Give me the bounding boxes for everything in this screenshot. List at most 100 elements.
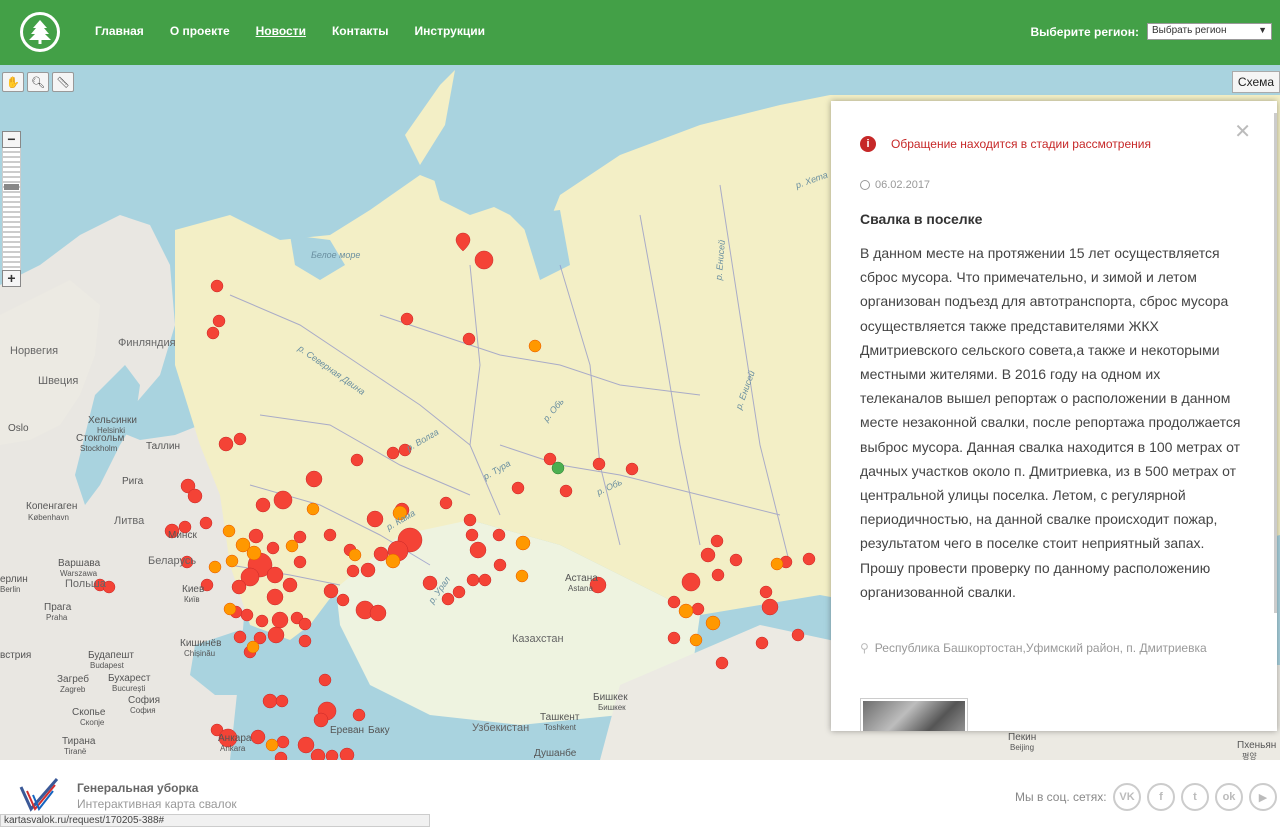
label-bucharest-lat: București: [112, 684, 146, 693]
region-selector: Выберите регион: Выбрать регион ▼: [1030, 23, 1272, 40]
label-astana-lat: Astana: [568, 584, 593, 593]
label-yerevan: Ереван: [330, 725, 365, 736]
label-minsk: Минск: [168, 530, 197, 541]
label-dushanbe: Душанбе: [534, 748, 577, 759]
status-text: Обращение находится в стадии рассмотрени…: [891, 137, 1151, 151]
tree-logo-icon[interactable]: [20, 12, 60, 52]
request-detail-panel: ✕ i Обращение находится в стадии рассмот…: [831, 101, 1277, 731]
zoom-control: − +: [2, 131, 21, 287]
browser-status-url: kartasvalok.ru/request/170205-388#: [0, 814, 430, 827]
label-beijing: Пекин: [1008, 732, 1037, 743]
facebook-icon[interactable]: f: [1147, 783, 1175, 811]
odnoklassniki-icon[interactable]: ok: [1215, 783, 1243, 811]
label-beijing-lat: Beijing: [1010, 743, 1035, 752]
label-berlin: ерлин: [0, 574, 28, 585]
label-prague: Прага: [44, 602, 72, 613]
social-label: Мы в соц. сетях:: [1015, 790, 1107, 804]
label-copenhagen: Копенгаген: [26, 501, 78, 512]
date-row: 06.02.2017: [860, 179, 930, 191]
main-nav: Главная О проекте Новости Контакты Инстр…: [95, 24, 511, 38]
label-bishkek: Бишкек: [593, 692, 628, 703]
onf-logo-icon: [19, 778, 59, 812]
label-ankara: Анкара: [218, 733, 252, 744]
label-warsaw: Варшава: [58, 558, 101, 569]
zoom-slider[interactable]: [2, 148, 21, 270]
label-lithuania: Литва: [114, 515, 145, 527]
label-baku: Баку: [368, 725, 390, 736]
label-helsinki: Хельсинки: [88, 415, 138, 426]
label-kyiv: Киев: [182, 584, 205, 595]
label-oslo: Oslo: [8, 423, 29, 434]
clock-icon: [860, 180, 870, 190]
label-ankara-lat: Ankara: [220, 744, 246, 753]
label-tirana-lat: Tiranë: [64, 747, 87, 756]
twitter-icon[interactable]: t: [1181, 783, 1209, 811]
label-budapest: Будапешт: [88, 650, 134, 661]
request-address: Республика Башкортостан,Уфимский район, …: [874, 641, 1207, 655]
region-select[interactable]: Выбрать регион ▼: [1147, 23, 1272, 40]
label-chisinau: Кишинёв: [180, 638, 222, 649]
label-pyongyang-lat: 평양: [1242, 752, 1257, 760]
label-tallinn: Таллин: [146, 441, 180, 452]
label-austria: встрия: [0, 650, 32, 661]
nav-instructions[interactable]: Инструкции: [415, 24, 485, 38]
label-belarus: Беларусь: [148, 555, 197, 567]
zoom-slider-thumb[interactable]: [4, 184, 19, 190]
location-pin-icon: ⚲: [860, 641, 869, 655]
zoom-area-icon[interactable]: 🔍︎: [27, 72, 49, 92]
nav-home[interactable]: Главная: [95, 24, 144, 38]
label-riga: Рига: [122, 476, 144, 487]
label-pyongyang: Пхеньян: [1237, 740, 1277, 751]
map-toolbar: ✋ 🔍︎ 📏︎: [2, 72, 74, 92]
zoom-in-button[interactable]: +: [2, 270, 21, 287]
nav-news[interactable]: Новости: [256, 24, 306, 38]
region-label: Выберите регион:: [1030, 24, 1139, 39]
label-zagreb-lat: Zagreb: [60, 685, 86, 694]
header: Главная О проекте Новости Контакты Инстр…: [0, 0, 1280, 65]
youtube-icon[interactable]: ▶: [1249, 783, 1277, 811]
label-bucharest: Бухарест: [108, 673, 151, 684]
close-icon[interactable]: ✕: [1234, 119, 1251, 144]
label-tashkent-lat: Toshkent: [544, 723, 577, 732]
label-kazakhstan: Казахстан: [512, 633, 564, 645]
label-budapest-lat: Budapest: [90, 661, 124, 670]
label-sofia-lat: София: [130, 706, 156, 715]
label-bishkek-lat: Бишкек: [598, 703, 626, 712]
label-tirana: Тирана: [62, 736, 96, 747]
photo-thumbnail[interactable]: [860, 698, 968, 731]
nav-about[interactable]: О проекте: [170, 24, 230, 38]
ruler-icon[interactable]: 📏︎: [52, 72, 74, 92]
label-norway: Норвегия: [10, 345, 59, 357]
request-title: Свалка в поселке: [860, 211, 983, 227]
label-prague-lat: Praha: [46, 613, 68, 622]
label-sofia: София: [128, 695, 161, 706]
info-icon: i: [860, 136, 876, 152]
dropdown-arrow-icon: ▼: [1258, 25, 1267, 35]
label-chisinau-lat: Chișinău: [184, 649, 216, 658]
hand-tool-icon[interactable]: ✋: [2, 72, 24, 92]
scheme-button[interactable]: Схема: [1232, 71, 1280, 93]
label-tashkent: Ташкент: [540, 712, 580, 723]
label-astana: Астана: [565, 573, 598, 584]
label-zagreb: Загреб: [57, 674, 89, 685]
request-date: 06.02.2017: [875, 179, 931, 191]
label-warsaw-lat: Warszawa: [60, 569, 98, 578]
request-description: В данном месте на протяжении 15 лет осущ…: [860, 245, 1241, 600]
footer-title: Генеральная уборка: [77, 781, 199, 795]
label-white-sea: Белое море: [311, 250, 361, 260]
label-stockholm-lat: Stockholm: [80, 444, 118, 453]
label-copenhagen-lat: København: [28, 513, 69, 522]
label-skopje-lat: Скопје: [80, 718, 105, 727]
panel-scrollbar[interactable]: [1274, 113, 1277, 613]
label-sweden: Швеция: [38, 375, 79, 387]
address-row: ⚲ Республика Башкортостан,Уфимский район,…: [860, 638, 1220, 659]
nav-contacts[interactable]: Контакты: [332, 24, 389, 38]
label-finland: Финляндия: [118, 337, 176, 349]
label-kyiv-lat: Київ: [184, 595, 200, 604]
label-stockholm: Стокгольм: [76, 433, 125, 444]
label-berlin-lat: Berlin: [0, 585, 21, 594]
label-poland: Польша: [65, 578, 106, 590]
zoom-out-button[interactable]: −: [2, 131, 21, 148]
social-links: VK f t ok ▶: [1113, 783, 1277, 811]
vk-icon[interactable]: VK: [1113, 783, 1141, 811]
